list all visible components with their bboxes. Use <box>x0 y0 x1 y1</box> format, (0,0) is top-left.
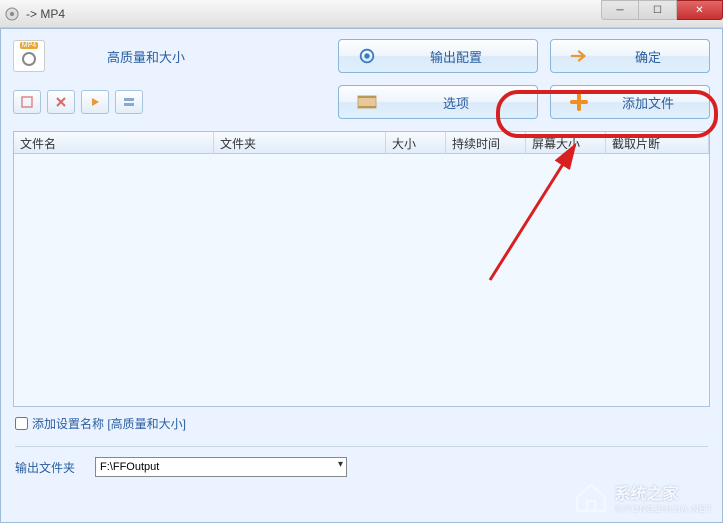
window-controls: ─ ☐ ✕ <box>601 0 723 20</box>
col-size[interactable]: 大小 <box>386 132 446 153</box>
options-button[interactable]: 选项 <box>338 85 538 119</box>
gear-icon <box>339 47 395 65</box>
file-table: 文件名 文件夹 大小 持续时间 屏幕大小 截取片断 <box>13 131 710 407</box>
file-icon-button[interactable] <box>13 90 41 114</box>
col-filename[interactable]: 文件名 <box>14 132 214 153</box>
watermark: 系统之家 XITONGZHIJIA.NET <box>573 479 713 515</box>
table-header: 文件名 文件夹 大小 持续时间 屏幕大小 截取片断 <box>14 132 709 154</box>
ok-button[interactable]: 确定 <box>550 39 710 73</box>
separator <box>15 446 708 447</box>
col-duration[interactable]: 持续时间 <box>446 132 526 153</box>
add-file-button[interactable]: 添加文件 <box>550 85 710 119</box>
quality-label: 高质量和大小 <box>107 47 185 66</box>
format-badge-icon <box>13 40 45 72</box>
maximize-button[interactable]: ☐ <box>639 0 677 20</box>
col-screen[interactable]: 屏幕大小 <box>526 132 606 153</box>
minimize-button[interactable]: ─ <box>601 0 639 20</box>
output-config-button[interactable]: 输出配置 <box>338 39 538 73</box>
plus-icon <box>551 93 607 111</box>
add-settings-name-checkbox[interactable] <box>15 417 28 430</box>
add-settings-name-label: 添加设置名称 [高质量和大小] <box>32 415 186 432</box>
output-folder-select[interactable] <box>95 457 347 477</box>
app-body: 高质量和大小 输出配置 确定 <box>0 28 723 523</box>
close-button[interactable]: ✕ <box>677 0 723 20</box>
filmstrip-icon <box>339 94 395 110</box>
col-clip[interactable]: 截取片断 <box>606 132 709 153</box>
list-icon-button[interactable] <box>115 90 143 114</box>
titlebar: -> MP4 ─ ☐ ✕ <box>0 0 723 28</box>
arrow-right-icon <box>551 49 607 63</box>
delete-icon-button[interactable] <box>47 90 75 114</box>
play-icon-button[interactable] <box>81 90 109 114</box>
app-icon <box>4 6 20 22</box>
window-title: -> MP4 <box>26 7 65 21</box>
col-folder[interactable]: 文件夹 <box>214 132 386 153</box>
output-folder-label: 输出文件夹 <box>15 459 75 476</box>
